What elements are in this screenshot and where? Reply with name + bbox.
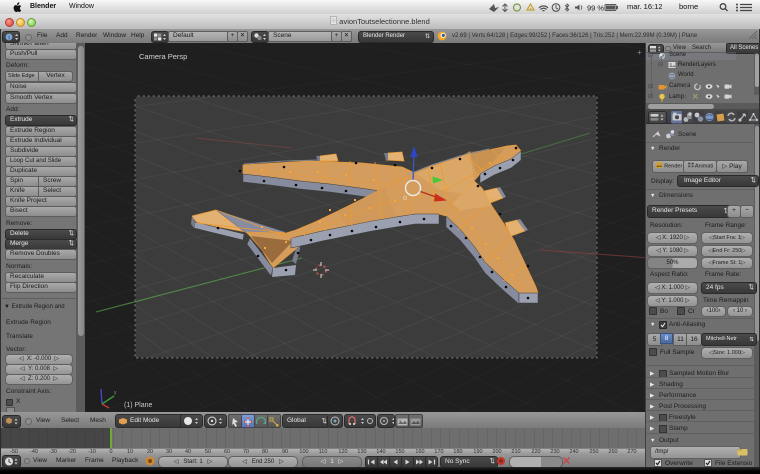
svg-text:99 %: 99 %: [587, 4, 604, 13]
svg-text:i: i: [8, 35, 9, 41]
svg-text:Camera Persp: Camera Persp: [139, 52, 187, 61]
svg-text:(1) Plane: (1) Plane: [124, 402, 153, 409]
svg-text:+: +: [637, 48, 642, 57]
